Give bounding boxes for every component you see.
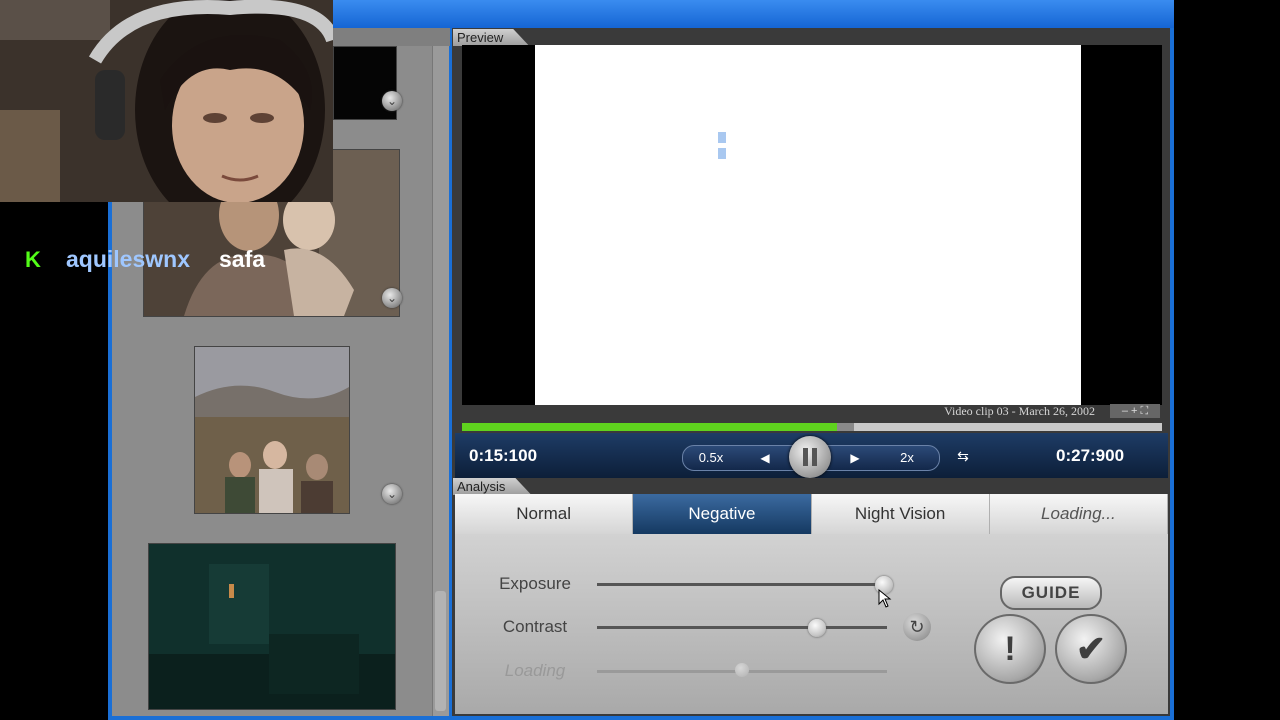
alert-button[interactable]: ! bbox=[974, 614, 1046, 684]
thumbnail-check-icon[interactable]: ⌄ bbox=[382, 91, 402, 111]
reset-icon[interactable]: ↻ bbox=[903, 613, 931, 641]
confirm-button[interactable]: ✔ bbox=[1055, 614, 1127, 684]
timeline-buffered bbox=[836, 423, 854, 431]
pause-button[interactable] bbox=[789, 436, 831, 478]
thumbnail-family-outdoors[interactable] bbox=[194, 346, 350, 514]
filter-mode-tabs: Normal Negative Night Vision Loading... bbox=[455, 494, 1168, 534]
chat-message: safa bbox=[219, 246, 266, 272]
thumbnail-scrollbar[interactable] bbox=[432, 46, 449, 716]
tab-negative[interactable]: Negative bbox=[633, 494, 812, 534]
webcam-feed bbox=[0, 0, 333, 202]
total-time: 0:27:900 bbox=[1056, 446, 1125, 465]
video-frame bbox=[535, 45, 1081, 405]
timeline-progress bbox=[462, 423, 837, 431]
loading-slider-knob bbox=[735, 663, 749, 677]
step-forward-icon[interactable]: ▶ bbox=[846, 450, 864, 466]
pause-icon bbox=[812, 448, 817, 466]
thumbnail-check-icon[interactable]: ⌄ bbox=[382, 288, 402, 308]
tab-normal[interactable]: Normal bbox=[455, 494, 634, 534]
exposure-label: Exposure bbox=[499, 574, 571, 593]
exclamation-icon: ! bbox=[1004, 630, 1016, 668]
pause-icon bbox=[803, 448, 808, 466]
thumbnail-dark-room[interactable] bbox=[148, 543, 396, 710]
tab-loading: Loading... bbox=[989, 494, 1168, 534]
timeline-track[interactable] bbox=[462, 423, 1162, 431]
video-artifact bbox=[718, 132, 726, 159]
guide-button[interactable]: GUIDE bbox=[1000, 576, 1102, 610]
thumbnail-check-icon[interactable]: ⌄ bbox=[382, 484, 402, 504]
speed-double-button[interactable]: 2x bbox=[894, 450, 920, 466]
webcam-overlay bbox=[0, 0, 333, 202]
current-time: 0:15:100 bbox=[469, 446, 538, 465]
speed-half-button[interactable]: 0.5x bbox=[694, 450, 728, 466]
checkmark-icon: ✔ bbox=[1075, 628, 1107, 669]
contrast-slider-track[interactable] bbox=[597, 626, 887, 629]
step-back-icon[interactable]: ◀ bbox=[756, 450, 774, 466]
screen: ⌄ ⌄ ⌄ Preview Video clip 03 - March 26, … bbox=[0, 0, 1280, 720]
mouse-cursor-icon bbox=[878, 589, 892, 608]
photo-family-outdoors bbox=[195, 347, 349, 513]
loop-icon[interactable]: ⇆ bbox=[952, 448, 974, 464]
loading-slider-label: Loading bbox=[504, 661, 566, 680]
photo-dark-room bbox=[149, 544, 395, 709]
tab-night-vision[interactable]: Night Vision bbox=[811, 494, 990, 534]
thumbnail-panel-header bbox=[333, 28, 450, 46]
scrollbar-thumb[interactable] bbox=[435, 591, 446, 711]
exposure-slider-track[interactable] bbox=[597, 583, 887, 586]
contrast-label: Contrast bbox=[502, 617, 568, 636]
kick-logo-icon: K bbox=[25, 247, 41, 272]
clip-caption: Video clip 03 - March 26, 2002 bbox=[944, 404, 1095, 418]
chat-username: aquileswnx bbox=[66, 246, 190, 272]
video-window-controls[interactable]: – + ⛶ bbox=[1110, 404, 1160, 418]
